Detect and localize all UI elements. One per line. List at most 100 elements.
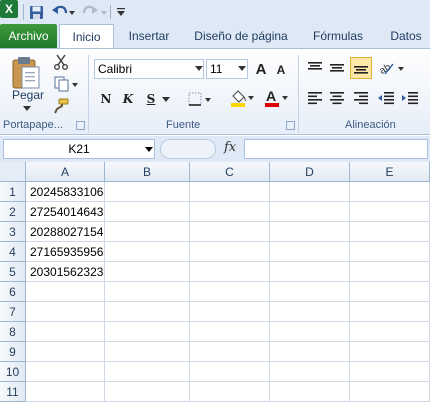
cell-c6[interactable] xyxy=(190,282,270,302)
align-top-icon[interactable] xyxy=(306,59,324,77)
cell-a4[interactable]: 27165935956 xyxy=(26,242,105,262)
clipboard-launcher-icon[interactable] xyxy=(76,121,85,130)
cell-a3[interactable]: 20288027154 xyxy=(26,222,105,242)
cell-c1[interactable] xyxy=(190,182,270,202)
name-box[interactable]: K21 xyxy=(3,139,155,159)
cell-e11[interactable] xyxy=(350,382,430,402)
underline-button[interactable]: S xyxy=(143,89,159,109)
cell-b1[interactable] xyxy=(105,182,190,202)
cell-b7[interactable] xyxy=(105,302,190,322)
cell-d9[interactable] xyxy=(270,342,350,362)
cell-b8[interactable] xyxy=(105,322,190,342)
cell-a10[interactable] xyxy=(26,362,105,382)
excel-logo-icon[interactable]: X xyxy=(0,0,18,18)
cell-b5[interactable] xyxy=(105,262,190,282)
row-header-7[interactable]: 7 xyxy=(0,302,26,322)
font-launcher-icon[interactable] xyxy=(286,121,295,130)
save-icon[interactable] xyxy=(28,2,44,22)
row-header-8[interactable]: 8 xyxy=(0,322,26,342)
cell-c8[interactable] xyxy=(190,322,270,342)
align-right-icon[interactable] xyxy=(352,89,370,107)
column-header-d[interactable]: D xyxy=(270,162,350,182)
cell-d11[interactable] xyxy=(270,382,350,402)
cell-d5[interactable] xyxy=(270,262,350,282)
tab-data[interactable]: Datos xyxy=(380,24,430,48)
borders-icon[interactable] xyxy=(186,89,214,109)
cell-e8[interactable] xyxy=(350,322,430,342)
align-bottom-icon[interactable] xyxy=(350,57,372,79)
row-header-11[interactable]: 11 xyxy=(0,382,26,402)
cell-d1[interactable] xyxy=(270,182,350,202)
cell-c5[interactable] xyxy=(190,262,270,282)
redo-icon[interactable] xyxy=(82,2,108,22)
cell-a7[interactable] xyxy=(26,302,105,322)
cell-a5[interactable]: 20301562323 xyxy=(26,262,105,282)
row-header-3[interactable]: 3 xyxy=(0,222,26,242)
cell-a11[interactable] xyxy=(26,382,105,402)
cell-d8[interactable] xyxy=(270,322,350,342)
cell-e2[interactable] xyxy=(350,202,430,222)
cell-a8[interactable] xyxy=(26,322,105,342)
tab-home[interactable]: Inicio xyxy=(59,24,114,49)
insert-function-icon[interactable]: fx xyxy=(224,140,236,155)
cell-e4[interactable] xyxy=(350,242,430,262)
cut-icon[interactable] xyxy=(52,53,70,71)
font-name-dropdown[interactable]: Calibri xyxy=(94,59,204,79)
tab-formulas[interactable]: Fórmulas xyxy=(305,24,371,48)
tab-insert[interactable]: Insertar xyxy=(120,24,178,48)
cell-a2[interactable]: 27254014643 xyxy=(26,202,105,222)
row-header-2[interactable]: 2 xyxy=(0,202,26,222)
bold-button[interactable]: N xyxy=(98,89,114,109)
cell-e10[interactable] xyxy=(350,362,430,382)
cell-a9[interactable] xyxy=(26,342,105,362)
cell-e3[interactable] xyxy=(350,222,430,242)
formula-input[interactable] xyxy=(244,139,428,159)
select-all-button[interactable] xyxy=(0,162,26,182)
cell-b6[interactable] xyxy=(105,282,190,302)
cell-c7[interactable] xyxy=(190,302,270,322)
align-middle-icon[interactable] xyxy=(328,59,346,77)
cell-e6[interactable] xyxy=(350,282,430,302)
cell-a6[interactable] xyxy=(26,282,105,302)
customize-qat-icon[interactable] xyxy=(114,2,128,22)
cell-b2[interactable] xyxy=(105,202,190,222)
cell-c4[interactable] xyxy=(190,242,270,262)
row-header-5[interactable]: 5 xyxy=(0,262,26,282)
cell-d6[interactable] xyxy=(270,282,350,302)
undo-icon[interactable] xyxy=(50,2,76,22)
cell-c2[interactable] xyxy=(190,202,270,222)
increase-indent-icon[interactable] xyxy=(400,89,420,107)
column-header-c[interactable]: C xyxy=(190,162,270,182)
italic-button[interactable]: K xyxy=(120,89,136,109)
cell-b4[interactable] xyxy=(105,242,190,262)
column-header-b[interactable]: B xyxy=(105,162,190,182)
paste-button[interactable]: Pegar xyxy=(6,87,50,103)
grow-font-button[interactable]: A xyxy=(252,59,270,79)
row-header-9[interactable]: 9 xyxy=(0,342,26,362)
chevron-down-icon[interactable] xyxy=(145,144,153,154)
cell-d4[interactable] xyxy=(270,242,350,262)
cell-c3[interactable] xyxy=(190,222,270,242)
row-header-4[interactable]: 4 xyxy=(0,242,26,262)
format-painter-icon[interactable] xyxy=(52,97,70,115)
tab-page-layout[interactable]: Diseño de página xyxy=(186,24,296,48)
cell-e1[interactable] xyxy=(350,182,430,202)
cell-d2[interactable] xyxy=(270,202,350,222)
cell-d3[interactable] xyxy=(270,222,350,242)
cell-b9[interactable] xyxy=(105,342,190,362)
cell-a1[interactable]: 20245833106 xyxy=(26,182,105,202)
cell-b11[interactable] xyxy=(105,382,190,402)
font-color-icon[interactable]: A xyxy=(262,87,290,109)
orientation-icon[interactable]: ab xyxy=(378,59,406,77)
chevron-down-icon[interactable] xyxy=(162,94,170,104)
column-header-e[interactable]: E xyxy=(350,162,430,182)
tab-file[interactable]: Archivo xyxy=(0,24,57,48)
cell-b3[interactable] xyxy=(105,222,190,242)
align-center-icon[interactable] xyxy=(328,89,346,107)
cell-d10[interactable] xyxy=(270,362,350,382)
fill-color-icon[interactable] xyxy=(228,87,256,109)
copy-icon[interactable] xyxy=(52,75,80,93)
row-header-10[interactable]: 10 xyxy=(0,362,26,382)
cell-e7[interactable] xyxy=(350,302,430,322)
row-header-1[interactable]: 1 xyxy=(0,182,26,202)
